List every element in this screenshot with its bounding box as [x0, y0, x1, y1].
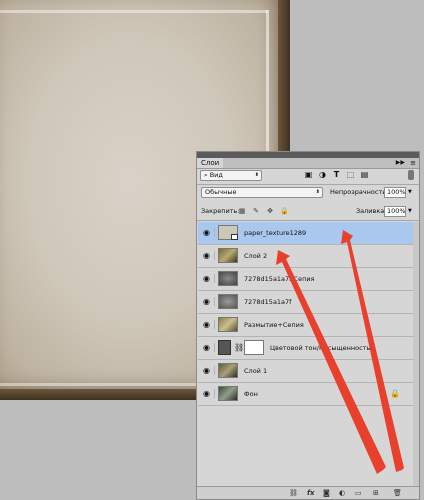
layer-row[interactable]: ◉ paper_texture1289	[198, 222, 418, 245]
new-adjustment-icon[interactable]: ◐	[339, 488, 345, 498]
layer-name: Слой 1	[244, 367, 268, 375]
collapse-icon[interactable]: ▶▶	[396, 158, 405, 168]
blend-row: Обычные ⬍ Непрозрачность: 100% ▼	[200, 187, 418, 201]
layer-thumbnail	[218, 363, 238, 378]
visibility-eye-icon[interactable]: ◉	[201, 343, 215, 352]
layer-thumbnail	[218, 225, 238, 240]
fill-label: Заливка:	[356, 207, 387, 215]
lock-icon: 🔒	[390, 389, 400, 398]
filter-smart-object-icon[interactable]: ▤	[360, 170, 369, 179]
fx-icon[interactable]: fx	[307, 488, 315, 498]
lock-label: Закрепить:	[201, 207, 240, 215]
layers-scrollbar[interactable]	[413, 222, 419, 487]
layer-row[interactable]: ◉ Размытие+Сепия	[198, 314, 418, 337]
chevron-down-icon: ⬍	[254, 172, 259, 178]
filter-kind-value: Вид	[209, 171, 223, 179]
layer-thumbnail	[218, 294, 238, 309]
visibility-eye-icon[interactable]: ◉	[201, 228, 215, 237]
layer-row[interactable]: ◉ 7278d15a1a7f	[198, 291, 418, 314]
filter-pixel-icon[interactable]: ▣	[304, 170, 313, 179]
layer-name: paper_texture1289	[244, 229, 307, 237]
visibility-eye-icon[interactable]: ◉	[201, 297, 215, 306]
adjustment-icon	[218, 340, 231, 355]
layer-row[interactable]: ◉ Слой 2	[198, 245, 418, 268]
opacity-dropdown-icon[interactable]: ▼	[408, 187, 412, 198]
layer-name: 7278d15a1a7f Сепия	[244, 275, 315, 283]
panel-tab-bar: Слои ▶▶ ≡	[197, 158, 419, 169]
blend-mode-value: Обычные	[205, 188, 237, 196]
panel-footer: ⛓ fx ◙ ◐ ▭ ⊞ 🗑	[197, 486, 419, 499]
layer-thumbnail	[218, 248, 238, 263]
link-chain-icon[interactable]: ⛓	[234, 342, 244, 353]
blend-mode-select[interactable]: Обычные ⬍	[201, 187, 323, 198]
filter-kind-select[interactable]: ⌕ Вид ⬍	[200, 170, 262, 181]
smart-object-badge-icon	[231, 234, 238, 240]
panel-menu-icon[interactable]: ≡	[410, 158, 416, 168]
visibility-eye-icon[interactable]: ◉	[201, 320, 215, 329]
new-layer-icon[interactable]: ⊞	[373, 488, 379, 498]
tab-layers[interactable]: Слои	[197, 158, 224, 168]
filter-adjustment-icon[interactable]: ◑	[318, 170, 327, 179]
filter-type-icon[interactable]: T	[332, 170, 341, 179]
layer-thumbnail	[218, 271, 238, 286]
layer-name: Слой 2	[244, 252, 268, 260]
add-mask-icon[interactable]: ◙	[323, 488, 330, 498]
layer-name: 7278d15a1a7f	[244, 298, 292, 306]
lock-position-icon[interactable]: ✥	[266, 207, 274, 215]
delete-layer-icon[interactable]: 🗑	[393, 488, 402, 498]
visibility-eye-icon[interactable]: ◉	[201, 389, 215, 398]
divider	[197, 220, 419, 221]
lock-all-icon[interactable]: 🔒	[280, 207, 289, 215]
layer-name: Размытие+Сепия	[244, 321, 304, 329]
filter-shape-icon[interactable]: ⬚	[346, 170, 355, 179]
layer-row[interactable]: ◉ Слой 1	[198, 360, 418, 383]
visibility-eye-icon[interactable]: ◉	[201, 251, 215, 260]
filter-toggle[interactable]	[408, 170, 414, 180]
new-group-icon[interactable]: ▭	[355, 488, 362, 498]
filter-row: ⌕ Вид ⬍ ▣ ◑ T ⬚ ▤	[200, 169, 418, 183]
paper-inner-edge-top	[0, 10, 268, 13]
fill-dropdown-icon[interactable]: ▼	[408, 206, 412, 217]
visibility-eye-icon[interactable]: ◉	[201, 366, 215, 375]
layer-name: Фон	[244, 390, 258, 398]
layer-name: Цветовой тон/Насыщенность	[270, 344, 371, 352]
lock-brush-icon[interactable]: ✎	[252, 207, 260, 215]
layer-mask-thumbnail	[244, 340, 264, 355]
layers-list: ◉ paper_texture1289 ◉ Слой 2 ◉ 7278d15a1…	[198, 222, 418, 406]
chevron-down-icon: ⬍	[315, 189, 320, 195]
visibility-eye-icon[interactable]: ◉	[201, 274, 215, 283]
layers-panel: Слои ▶▶ ≡ ⌕ Вид ⬍ ▣ ◑ T ⬚ ▤ Обычные ⬍ Не…	[196, 151, 420, 500]
layer-row[interactable]: ◉ ⛓ Цветовой тон/Насыщенность	[198, 337, 418, 360]
layer-row[interactable]: ◉ Фон 🔒	[198, 383, 418, 406]
layer-thumbnail	[218, 317, 238, 332]
layer-thumbnail	[218, 386, 238, 401]
link-layers-icon[interactable]: ⛓	[289, 488, 298, 498]
lock-row: Закрепить: ▦ ✎ ✥ 🔒 Заливка: 100% ▼	[200, 206, 418, 220]
lock-transparent-icon[interactable]: ▦	[238, 207, 246, 215]
fill-input[interactable]: 100%	[384, 206, 406, 217]
opacity-input[interactable]: 100%	[384, 187, 406, 198]
layer-row[interactable]: ◉ 7278d15a1a7f Сепия	[198, 268, 418, 291]
opacity-label: Непрозрачность:	[330, 188, 389, 196]
divider	[197, 184, 419, 185]
